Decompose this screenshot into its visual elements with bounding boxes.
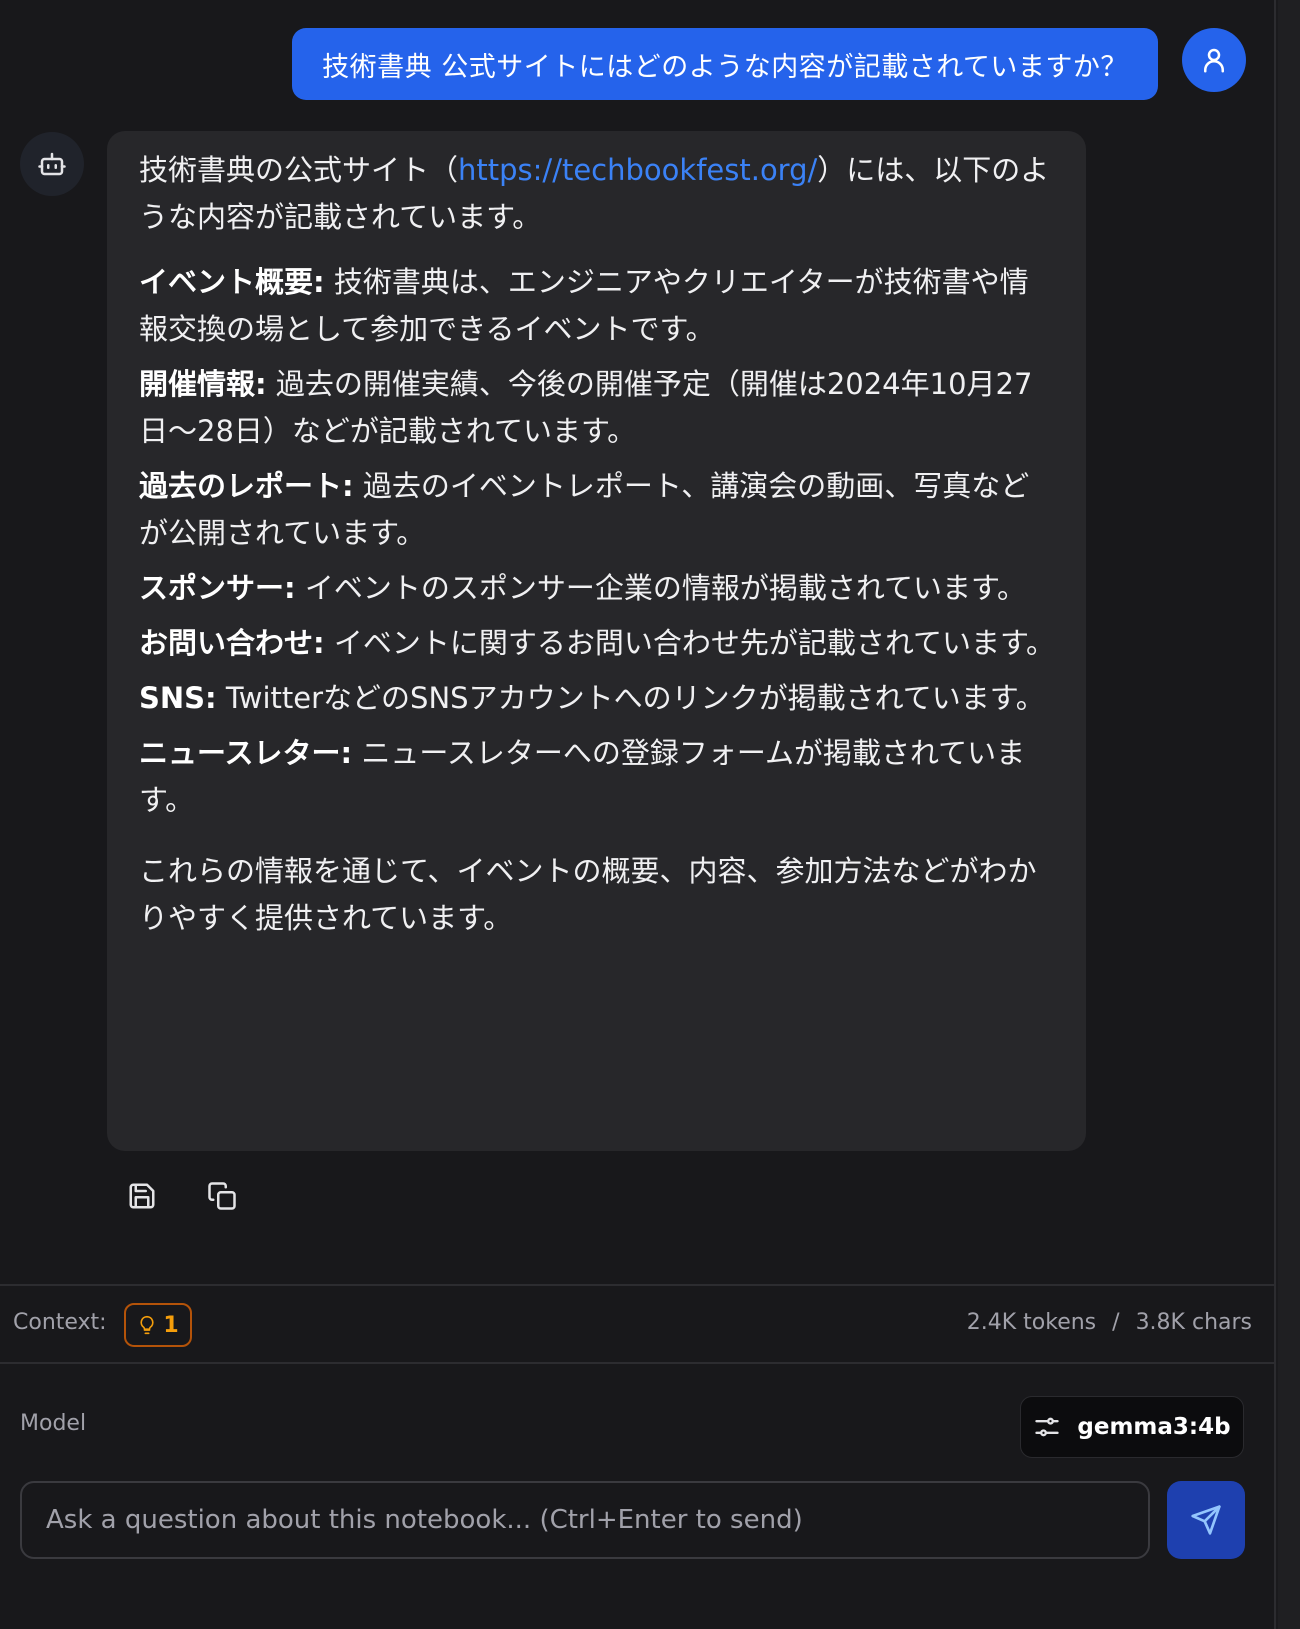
list-item-text: イベントに関するお問い合わせ先が記載されています。 [324, 626, 1056, 660]
save-button[interactable] [124, 1178, 160, 1214]
list-item: SNS: TwitterなどのSNSアカウントへのリンクが掲載されています。 [139, 675, 1056, 722]
list-item-label: SNS: [139, 681, 217, 715]
chat-panel: 技術書典 公式サイトにはどのような内容が記載されていますか？ 技術書典の公式サイ… [0, 0, 1276, 1629]
list-item-label: お問い合わせ: [139, 626, 325, 660]
model-name: gemma3:4b [1077, 1414, 1231, 1440]
stats-separator: / [1112, 1310, 1120, 1335]
context-count: 1 [163, 1312, 179, 1338]
list-item: イベント概要: 技術書典は、エンジニアやクリエイターが技術書や情報交換の場として… [139, 259, 1056, 353]
copy-button[interactable] [204, 1178, 240, 1214]
copy-icon [208, 1182, 236, 1210]
user-message-bubble: 技術書典 公式サイトにはどのような内容が記載されていますか？ [292, 28, 1158, 100]
message-actions [124, 1178, 240, 1214]
user-message-text: 技術書典 公式サイトにはどのような内容が記載されていますか？ [322, 51, 1128, 83]
send-button[interactable] [1167, 1481, 1245, 1559]
list-item: 過去のレポート: 過去のイベントレポート、講演会の動画、写真などが公開されていま… [139, 463, 1056, 557]
sliders-icon [1035, 1417, 1060, 1437]
bot-avatar [20, 132, 84, 196]
list-item: 開催情報: 過去の開催実績、今後の開催予定（開催は2024年10月27日～28日… [139, 361, 1056, 455]
user-avatar [1182, 28, 1246, 92]
bot-intro: 技術書典の公式サイト（https://techbookfest.org/）には、… [139, 147, 1056, 241]
token-count: 2.4K tokens [966, 1310, 1097, 1335]
bot-icon [38, 152, 66, 176]
outer-edge [1278, 0, 1300, 1629]
list-item: ニュースレター: ニュースレターへの登録フォームが掲載されています。 [139, 730, 1056, 824]
bot-intro-before-link: 技術書典の公式サイト（ [139, 153, 459, 187]
list-item-label: ニュースレター: [139, 736, 353, 770]
send-icon [1191, 1505, 1221, 1535]
context-stats: 2.4K tokens / 3.8K chars [967, 1310, 1252, 1335]
list-item-label: 過去のレポート: [139, 469, 354, 503]
list-item-text: TwitterなどのSNSアカウントへのリンクが掲載されています。 [216, 681, 1045, 715]
list-item: お問い合わせ: イベントに関するお問い合わせ先が記載されています。 [139, 620, 1056, 667]
context-bar: Context: 1 2.4K tokens / 3.8K chars [0, 1284, 1276, 1364]
lightbulb-icon [140, 1315, 154, 1335]
question-input[interactable] [20, 1481, 1150, 1559]
model-selector-button[interactable]: gemma3:4b [1020, 1396, 1244, 1458]
list-item-label: スポンサー: [139, 571, 296, 605]
bot-message-bubble: 技術書典の公式サイト（https://techbookfest.org/）には、… [107, 131, 1086, 1151]
list-item: スポンサー: イベントのスポンサー企業の情報が掲載されています。 [139, 565, 1056, 612]
save-icon [129, 1183, 155, 1209]
model-label: Model [20, 1411, 87, 1436]
bot-outro: これらの情報を通じて、イベントの概要、内容、参加方法などがわかりやすく提供されて… [139, 854, 1037, 935]
context-label: Context: [13, 1310, 107, 1335]
char-count: 3.8K chars [1135, 1310, 1252, 1335]
list-item-label: 開催情報: [139, 367, 267, 401]
user-icon [1204, 48, 1224, 73]
list-item-text: 過去の開催実績、今後の開催予定（開催は2024年10月27日～28日）などが記載… [139, 367, 1033, 448]
list-item-text: イベントのスポンサー企業の情報が掲載されています。 [295, 571, 1027, 605]
list-item-label: イベント概要: [139, 265, 325, 299]
official-site-link[interactable]: https://techbookfest.org/ [458, 153, 817, 187]
context-source-badge[interactable]: 1 [124, 1303, 192, 1347]
